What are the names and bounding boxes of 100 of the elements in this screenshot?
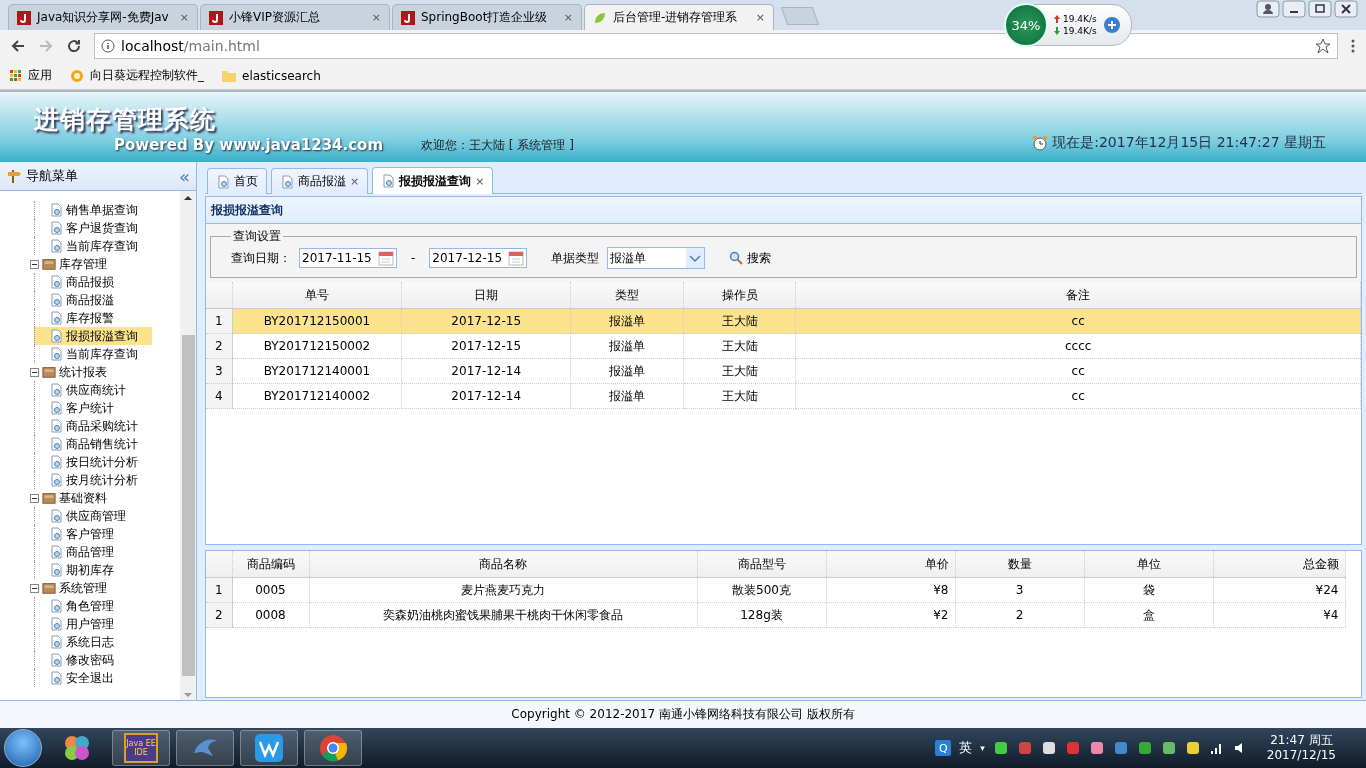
- browser-tab[interactable]: Java知识分享网-免费Jav ×: [8, 4, 198, 30]
- tree-item[interactable]: 按月统计分析: [34, 471, 152, 489]
- column-header[interactable]: 单号: [232, 282, 402, 309]
- tree-item[interactable]: 用户管理: [34, 615, 152, 633]
- reload-icon[interactable]: [66, 38, 82, 54]
- plus-icon[interactable]: [1102, 16, 1121, 34]
- collapse-toggle-icon[interactable]: [30, 493, 39, 503]
- column-header[interactable]: 类型: [570, 282, 684, 309]
- tree-item[interactable]: 安全退出: [34, 669, 152, 687]
- ime-language[interactable]: 英: [959, 739, 973, 757]
- bookmark[interactable]: 向日葵远程控制软件_: [70, 67, 204, 84]
- tree-item[interactable]: 修改密码: [34, 651, 152, 669]
- table-row[interactable]: 1 0005 麦片燕麦巧克力 散装500克 ¥8 3 袋 ¥24: [206, 577, 1345, 603]
- tray-icon[interactable]: [1136, 740, 1153, 756]
- column-header[interactable]: 日期: [401, 282, 571, 309]
- close-icon[interactable]: [1334, 0, 1358, 18]
- tree-item[interactable]: 客户管理: [34, 525, 152, 543]
- column-header[interactable]: 商品名称: [309, 551, 697, 578]
- tab-close[interactable]: ×: [755, 11, 765, 24]
- tray-icon[interactable]: [1088, 740, 1105, 756]
- content-tab[interactable]: 报损报溢查询 ×: [372, 167, 494, 194]
- collapse-toggle-icon[interactable]: [30, 583, 39, 593]
- date-to-field[interactable]: 2017-12-15: [429, 248, 528, 268]
- tree-item[interactable]: 系统日志: [34, 633, 152, 651]
- tree-item[interactable]: 供应商管理: [34, 507, 152, 525]
- browser-tab[interactable]: 小锋VIP资源汇总 ×: [200, 4, 390, 30]
- tree-item[interactable]: 期初库存: [34, 561, 152, 579]
- tray-icon[interactable]: [1040, 740, 1057, 756]
- table-row[interactable]: 1 BY201712150001 2017-12-15 报溢单 王大陆 cc: [206, 308, 1361, 334]
- bookmark[interactable]: 应用: [10, 67, 52, 84]
- collapse-button[interactable]: «: [179, 165, 190, 187]
- tree-item[interactable]: 商品采购统计: [34, 417, 152, 435]
- info-icon[interactable]: [101, 39, 115, 53]
- tree-item[interactable]: 商品报溢: [34, 291, 152, 309]
- collapse-toggle-icon[interactable]: [30, 259, 39, 269]
- menu-icon[interactable]: [1350, 38, 1356, 54]
- tree-item[interactable]: 按日统计分析: [34, 453, 152, 471]
- column-header[interactable]: 总金额: [1213, 551, 1345, 578]
- table-cell: 王大陆: [683, 333, 796, 359]
- ime-badge[interactable]: Q: [935, 740, 952, 756]
- table-row[interactable]: 2 0008 奕森奶油桃肉蜜饯果脯果干桃肉干休闲零食品 128g装 ¥2 2 盒 ¥4: [206, 602, 1345, 628]
- start-button[interactable]: [4, 729, 42, 767]
- tray-icon[interactable]: [992, 740, 1009, 756]
- table-row[interactable]: 2 BY201712150002 2017-12-15 报溢单 王大陆 cccc: [206, 333, 1361, 359]
- tree-item[interactable]: 报损报溢查询: [34, 327, 152, 345]
- tree-node[interactable]: 统计报表: [0, 363, 180, 381]
- bookmark[interactable]: elasticsearch: [222, 68, 321, 83]
- tree-node[interactable]: 库存管理: [0, 255, 180, 273]
- tree-item[interactable]: 商品销售统计: [34, 435, 152, 453]
- tree-item[interactable]: 商品报损: [34, 273, 152, 291]
- content-tab[interactable]: 商品报溢 ×: [271, 168, 369, 194]
- column-header[interactable]: 数量: [955, 551, 1084, 578]
- table-row[interactable]: 3 BY201712140001 2017-12-14 报溢单 王大陆 cc: [206, 358, 1361, 384]
- tray-icon[interactable]: [1184, 740, 1201, 756]
- column-header[interactable]: 单价: [826, 551, 955, 578]
- folder-icon: [42, 581, 56, 595]
- calendar-icon[interactable]: [378, 250, 394, 266]
- calendar-icon[interactable]: [508, 250, 525, 266]
- tree-item[interactable]: 供应商统计: [34, 381, 152, 399]
- taskbar-app[interactable]: [240, 730, 298, 766]
- tree-node[interactable]: 系统管理: [0, 579, 180, 597]
- taskbar-app[interactable]: [304, 730, 362, 766]
- maximize-icon[interactable]: [1308, 0, 1332, 18]
- page-icon: [49, 473, 63, 487]
- back-icon[interactable]: [10, 38, 26, 54]
- user-icon[interactable]: [1256, 0, 1280, 18]
- upload-arrow-icon: [1054, 15, 1060, 23]
- browser-tab[interactable]: 后台管理-进销存管理系 ×: [584, 4, 774, 30]
- star-icon[interactable]: [1315, 38, 1331, 54]
- tree-item[interactable]: 角色管理: [34, 597, 152, 615]
- column-header[interactable]: 商品编码: [232, 551, 309, 578]
- tree-item[interactable]: 客户退货查询: [34, 219, 152, 237]
- tree-item[interactable]: 销售单据查询: [34, 201, 152, 219]
- content-tab[interactable]: 首页: [207, 168, 267, 194]
- column-header[interactable]: 备注: [795, 282, 1361, 309]
- page-icon: [49, 617, 63, 631]
- tree-node[interactable]: 基础资料: [0, 489, 180, 507]
- tab-close[interactable]: ×: [179, 11, 189, 24]
- column-header[interactable]: 商品型号: [697, 551, 826, 578]
- browser-tab[interactable]: SpringBoot打造企业级 ×: [392, 4, 582, 30]
- column-header[interactable]: 操作员: [683, 282, 796, 309]
- tab-close[interactable]: ×: [563, 11, 573, 24]
- ime-caret[interactable]: ▾: [980, 743, 985, 753]
- scrollbar-thumb[interactable]: [181, 335, 195, 676]
- tree-item[interactable]: 当前库存查询: [34, 345, 152, 363]
- column-header[interactable]: 单位: [1084, 551, 1213, 578]
- j-logo-icon: [401, 10, 415, 25]
- search-button[interactable]: 搜索: [725, 247, 776, 269]
- tree-item[interactable]: 商品管理: [34, 543, 152, 561]
- type-dropdown[interactable]: 报溢单: [607, 247, 706, 269]
- tree-item[interactable]: 客户统计: [34, 399, 152, 417]
- tray-icon[interactable]: [1160, 740, 1177, 756]
- tab-close[interactable]: ×: [371, 11, 381, 24]
- network-monitor-widget[interactable]: 34% 19.4K/s 19.4K/s: [1005, 4, 1132, 46]
- minimize-icon[interactable]: [1282, 0, 1306, 18]
- collapse-toggle-icon[interactable]: [30, 367, 39, 377]
- table-row[interactable]: 4 BY201712140002 2017-12-14 报溢单 王大陆 cc: [206, 383, 1361, 409]
- tree-item[interactable]: 当前库存查询: [34, 237, 152, 255]
- date-from-field[interactable]: 2017-11-15: [299, 248, 397, 268]
- taskbar-app[interactable]: Java EE IDE: [112, 730, 170, 766]
